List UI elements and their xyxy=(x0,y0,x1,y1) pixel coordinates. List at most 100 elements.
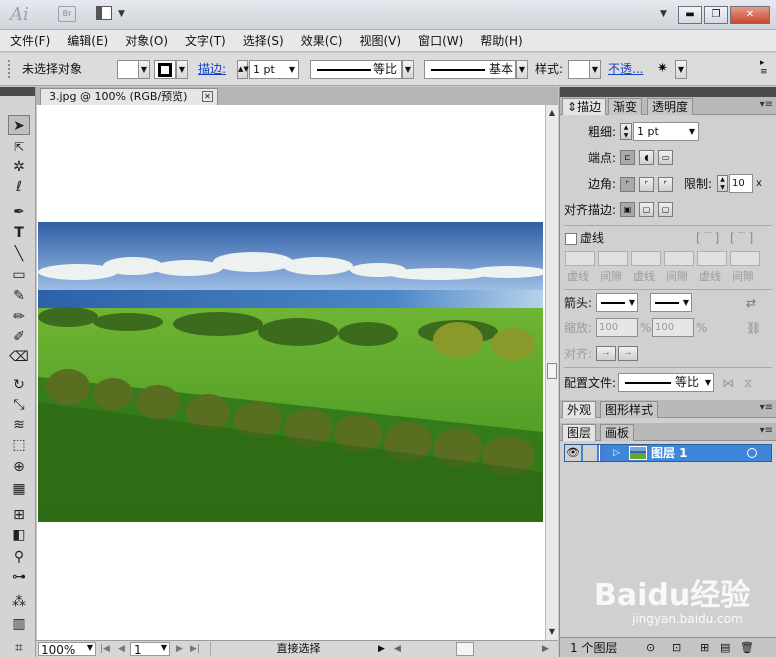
gradient-tool-icon[interactable]: ◧ xyxy=(8,525,30,545)
stroke-swatch[interactable] xyxy=(158,63,172,77)
layer-name[interactable]: 图层 1 xyxy=(651,445,688,461)
fill-swatch[interactable] xyxy=(117,60,139,79)
variable-width-profile[interactable]: 等比 xyxy=(310,60,402,79)
stroke-link[interactable]: 描边: xyxy=(198,60,226,78)
status-tool[interactable]: 直接选择 xyxy=(210,642,386,656)
delete-layer-icon[interactable]: 🗑 xyxy=(740,639,754,657)
first-artboard-icon[interactable]: |◀ xyxy=(100,642,110,656)
dash-input-3[interactable] xyxy=(697,251,727,266)
free-transform-tool-icon[interactable]: ⬚ xyxy=(8,435,30,455)
start-arrowhead-select[interactable]: ▼ xyxy=(596,293,638,312)
align-center-icon[interactable]: ▣ xyxy=(620,202,635,217)
layers-menu-icon[interactable]: ▾≡ xyxy=(760,425,773,436)
vertical-scrollbar[interactable]: ▲ ▼ xyxy=(545,105,558,640)
end-arrowhead-select[interactable]: ▼ xyxy=(650,293,692,312)
round-join-icon[interactable]: ⌜ xyxy=(639,177,654,192)
panel-menu-icon[interactable]: ▸ ≡ xyxy=(760,59,768,77)
scale-tool-icon[interactable]: ⤡ xyxy=(8,395,30,415)
scroll-down-icon[interactable]: ▼ xyxy=(546,626,558,638)
grip-handle[interactable] xyxy=(8,60,12,78)
stroke-dropdown[interactable]: ▼ xyxy=(176,60,188,79)
bevel-join-icon[interactable]: ⌜ xyxy=(658,177,673,192)
make-clipping-mask-icon[interactable]: ⊡ xyxy=(672,639,681,657)
stroke-weight-stepper[interactable]: ▲▼ xyxy=(237,60,249,79)
dash-preserve-icon[interactable]: [﹉] xyxy=(696,229,720,247)
type-tool-icon[interactable]: T xyxy=(8,223,30,243)
workspace-menu-icon[interactable]: ▼ xyxy=(660,9,667,19)
eraser-tool-icon[interactable]: ⌫ xyxy=(8,347,30,367)
gap-input-3[interactable] xyxy=(730,251,760,266)
selection-tool-icon[interactable]: ➤ xyxy=(8,115,30,135)
bridge-button[interactable]: Br xyxy=(58,6,76,22)
weight-select[interactable]: 1 pt ▼ xyxy=(633,122,699,141)
restore-button[interactable]: ❐ xyxy=(704,6,728,24)
style-dropdown[interactable]: ▼ xyxy=(589,60,601,79)
miter-join-icon[interactable]: ⌜ xyxy=(620,177,635,192)
brush-dropdown[interactable]: ▼ xyxy=(516,60,528,79)
tab-graphic-styles[interactable]: 图形样式 xyxy=(600,401,659,418)
rectangle-tool-icon[interactable]: ▭ xyxy=(8,265,30,285)
status-arrow-icon[interactable]: ▶ xyxy=(378,642,385,656)
menu-effect[interactable]: 效果(C) xyxy=(301,30,343,51)
last-artboard-icon[interactable]: ▶| xyxy=(190,642,200,656)
rotate-tool-icon[interactable]: ↻ xyxy=(8,375,30,395)
dash-input-2[interactable] xyxy=(631,251,661,266)
recolor-dropdown[interactable]: ▼ xyxy=(675,60,687,79)
limit-stepper[interactable]: ▲ ▼ xyxy=(717,175,728,192)
close-button[interactable]: ✕ xyxy=(730,6,770,24)
magic-wand-tool-icon[interactable]: ✲ xyxy=(8,157,30,177)
profile-select[interactable]: 等比 ▼ xyxy=(618,373,714,392)
lock-toggle[interactable] xyxy=(583,445,597,461)
menu-select[interactable]: 选择(S) xyxy=(243,30,284,51)
direct-selection-tool-icon[interactable]: ⇱ xyxy=(8,137,30,157)
scroll-left-icon[interactable]: ◀ xyxy=(394,642,401,656)
new-sublayer-icon[interactable]: ⊞ xyxy=(700,639,709,657)
blend-tool-icon[interactable]: ⊶ xyxy=(8,567,30,587)
artboard-tool-icon[interactable]: ⌗ xyxy=(8,638,30,657)
round-cap-icon[interactable]: ◖ xyxy=(639,150,654,165)
graphic-style-swatch[interactable] xyxy=(568,60,590,79)
appearance-menu-icon[interactable]: ▾≡ xyxy=(760,402,773,413)
blob-brush-tool-icon[interactable]: ✐ xyxy=(8,327,30,347)
zoom-select[interactable]: 100% ▼ xyxy=(38,642,96,657)
flip-across-icon[interactable]: ⧖ xyxy=(744,374,752,392)
eyedropper-tool-icon[interactable]: ⚲ xyxy=(8,547,30,567)
tab-artboards[interactable]: 画板 xyxy=(600,424,635,441)
tab-gradient[interactable]: 渐变 xyxy=(608,98,643,115)
menu-edit[interactable]: 编辑(E) xyxy=(67,30,108,51)
workspace-switcher-icon[interactable] xyxy=(96,6,112,20)
pencil-tool-icon[interactable]: ✏ xyxy=(8,307,30,327)
menu-file[interactable]: 文件(F) xyxy=(10,30,50,51)
start-scale-input[interactable]: 100 xyxy=(596,318,638,337)
close-tab-icon[interactable]: ✕ xyxy=(202,91,213,102)
tab-transparency[interactable]: 透明度 xyxy=(647,98,694,115)
hscroll-thumb[interactable] xyxy=(456,642,474,656)
symbol-sprayer-tool-icon[interactable]: ⁂ xyxy=(8,592,30,612)
lasso-tool-icon[interactable]: ℓ xyxy=(8,177,30,197)
paintbrush-tool-icon[interactable]: ✎ xyxy=(8,286,30,306)
recolor-wand-icon[interactable]: ✷ xyxy=(657,60,668,78)
dock-header[interactable] xyxy=(560,87,776,97)
menu-object[interactable]: 对象(O) xyxy=(125,30,168,51)
pen-tool-icon[interactable]: ✒ xyxy=(8,202,30,222)
scroll-thumb[interactable] xyxy=(547,363,557,379)
column-graph-tool-icon[interactable]: ▥ xyxy=(8,614,30,634)
new-layer-icon[interactable]: ▤ xyxy=(720,639,730,657)
dash-input-1[interactable] xyxy=(565,251,595,266)
limit-input[interactable]: 10 xyxy=(729,174,753,193)
shape-builder-tool-icon[interactable]: ⊕ xyxy=(8,457,30,477)
swap-arrowheads-icon[interactable]: ⇄ xyxy=(746,294,756,312)
scroll-up-icon[interactable]: ▲ xyxy=(546,107,558,119)
tab-appearance[interactable]: 外观 xyxy=(562,401,597,418)
tools-panel-header[interactable] xyxy=(0,87,35,96)
warp-tool-icon[interactable]: ≋ xyxy=(8,415,30,435)
arrow-tip-at-end-icon[interactable]: → xyxy=(618,346,638,361)
dash-align-icon[interactable]: [﹉] xyxy=(730,229,754,247)
scroll-right-icon[interactable]: ▶ xyxy=(542,642,549,656)
tab-stroke[interactable]: ⇕描边 xyxy=(562,98,607,115)
expand-arrow-icon[interactable]: ▷ xyxy=(613,445,620,461)
menu-view[interactable]: 视图(V) xyxy=(359,30,401,51)
link-scale-icon[interactable]: ⛓ xyxy=(746,319,761,337)
menu-help[interactable]: 帮助(H) xyxy=(480,30,522,51)
canvas[interactable] xyxy=(37,105,545,640)
